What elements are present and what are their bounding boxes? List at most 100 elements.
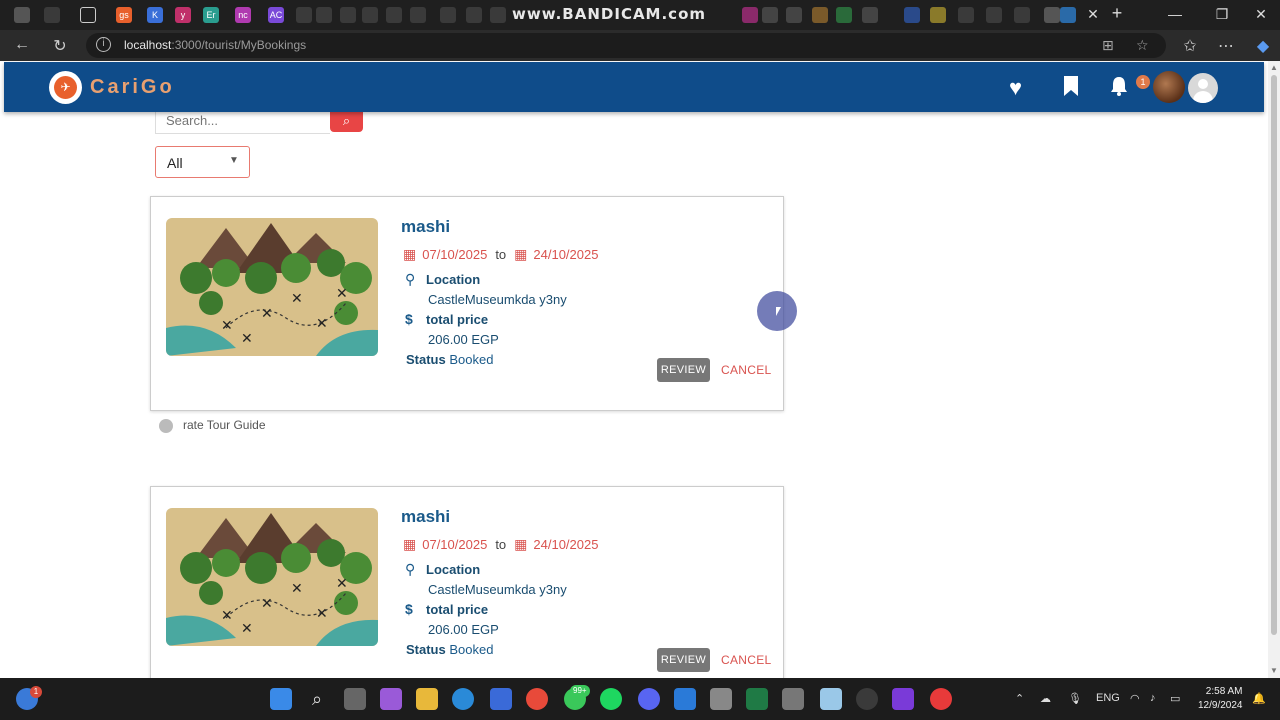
excel-icon[interactable] — [746, 688, 768, 710]
tab-favicon[interactable] — [362, 7, 378, 23]
cursor-highlight — [757, 291, 797, 331]
tab-favicon[interactable]: K — [147, 7, 163, 23]
split-screen-icon[interactable]: ⊞ — [1102, 37, 1114, 54]
copilot-icon[interactable]: ◆ — [1253, 36, 1273, 56]
tab-favicon[interactable] — [340, 7, 356, 23]
show-hidden-icons[interactable]: ⌃ — [1015, 692, 1024, 705]
tab-favicon[interactable] — [1014, 7, 1030, 23]
clock-time: 2:58 AM — [1205, 686, 1243, 697]
favorites-icon[interactable]: ✩ — [1180, 36, 1200, 56]
tab-favicon[interactable] — [762, 7, 778, 23]
copilot-icon[interactable] — [380, 688, 402, 710]
mongodb-icon[interactable] — [856, 688, 878, 710]
site-info-icon[interactable]: i — [96, 37, 111, 52]
close-tab-icon[interactable]: ✕ — [1083, 6, 1103, 23]
scroll-up-icon[interactable]: ▲ — [1270, 63, 1278, 72]
minimize-icon[interactable]: — — [1165, 6, 1185, 22]
cancel-button[interactable]: CANCEL — [721, 363, 771, 377]
tab-favicon[interactable]: AC — [268, 7, 284, 23]
discord-icon[interactable] — [638, 688, 660, 710]
notepad-icon[interactable] — [710, 688, 732, 710]
spotify-icon[interactable] — [600, 688, 622, 710]
image-viewer-icon[interactable] — [820, 688, 842, 710]
close-window-icon[interactable]: ✕ — [1251, 6, 1271, 23]
tab-favicon[interactable] — [812, 7, 828, 23]
media-icon[interactable] — [892, 688, 914, 710]
more-menu-icon[interactable]: ⋯ — [1216, 36, 1236, 56]
tab-favicon[interactable]: gs — [116, 7, 132, 23]
wifi-icon[interactable]: ◠ — [1130, 692, 1140, 705]
search-input[interactable] — [156, 113, 316, 128]
avatar[interactable] — [1153, 71, 1185, 103]
svg-text:✕: ✕ — [221, 608, 233, 624]
scroll-down-icon[interactable]: ▼ — [1270, 666, 1278, 675]
calendar-icon: ▦ — [403, 536, 417, 552]
review-button[interactable]: REVIEW — [657, 358, 710, 382]
tab-favicon[interactable] — [958, 7, 974, 23]
tab-favicon[interactable]: Er — [203, 7, 219, 23]
workspaces-icon[interactable] — [44, 7, 60, 23]
tab-favicon[interactable] — [904, 7, 920, 23]
tab-favicon[interactable] — [836, 7, 852, 23]
tab-favicon[interactable] — [410, 7, 426, 23]
tab-actions-icon[interactable] — [80, 7, 96, 23]
vscode-icon[interactable] — [674, 688, 696, 710]
tab-favicon[interactable] — [930, 7, 946, 23]
microphone-icon[interactable]: 🎙 — [1068, 692, 1082, 705]
tab-favicon[interactable] — [316, 7, 332, 23]
language-indicator[interactable]: ENG — [1096, 692, 1120, 704]
battery-icon[interactable]: ▭ — [1170, 692, 1180, 705]
new-tab-icon[interactable]: + — [1107, 3, 1127, 24]
chrome-icon[interactable] — [526, 688, 548, 710]
record-icon[interactable] — [930, 688, 952, 710]
rate-tour-guide-label: rate Tour Guide — [183, 418, 266, 432]
scrollbar-thumb[interactable] — [1271, 75, 1277, 635]
brand-name[interactable]: CariGo — [90, 76, 175, 99]
tab-favicon[interactable] — [386, 7, 402, 23]
search-icon[interactable]: ⌕ — [306, 688, 328, 710]
tour-image: ✕ ✕ ✕ ✕ ✕ ✕ — [166, 508, 378, 646]
status-value: Booked — [449, 642, 494, 657]
start-icon[interactable] — [270, 688, 292, 710]
tab-favicon[interactable]: nc — [235, 7, 251, 23]
react-tab-favicon[interactable] — [1060, 7, 1076, 23]
settings-icon[interactable] — [782, 688, 804, 710]
task-view-icon[interactable] — [344, 688, 366, 710]
review-button[interactable]: REVIEW — [657, 648, 710, 672]
file-explorer-icon[interactable] — [416, 688, 438, 710]
tab-favicon[interactable] — [986, 7, 1002, 23]
clock[interactable]: 2:58 AM 12/9/2024 — [1198, 685, 1243, 713]
active-tab-favicon[interactable] — [1044, 7, 1060, 23]
tab-favicon[interactable] — [862, 7, 878, 23]
tab-favicon[interactable] — [786, 7, 802, 23]
notifications-icon[interactable]: 🔔 — [1252, 692, 1266, 705]
heart-icon[interactable]: ♥ — [1009, 75, 1022, 101]
favorite-star-icon[interactable]: ☆ — [1136, 37, 1149, 54]
user-avatar-icon[interactable] — [1188, 73, 1218, 103]
svg-text:✕: ✕ — [316, 606, 328, 622]
rate-tour-guide[interactable]: rate Tour Guide — [159, 418, 266, 433]
mail-icon[interactable] — [490, 688, 512, 710]
search-button[interactable]: ⌕ — [330, 112, 363, 132]
tab-favicon[interactable] — [742, 7, 758, 23]
status-filter-select[interactable]: All ▼ — [155, 146, 250, 178]
edge-icon[interactable] — [452, 688, 474, 710]
address-bar[interactable]: i localhost:3000/tourist/MyBookings ⊞ ☆ — [86, 33, 1166, 58]
volume-icon[interactable]: ♪ — [1150, 692, 1156, 704]
bell-icon[interactable] — [1108, 75, 1130, 103]
tab-favicon[interactable] — [440, 7, 456, 23]
back-icon[interactable]: ← — [12, 36, 32, 54]
cloud-icon[interactable]: ☁ — [1040, 692, 1051, 705]
logo-icon[interactable]: ✈ — [49, 71, 82, 104]
profile-icon[interactable] — [14, 7, 30, 23]
refresh-icon[interactable]: ↻ — [50, 36, 70, 56]
page-scrollbar[interactable]: ▲ ▼ — [1268, 61, 1280, 678]
tab-favicon[interactable] — [296, 7, 312, 23]
maximize-icon[interactable]: ❐ — [1212, 6, 1232, 23]
tab-favicon[interactable] — [490, 7, 506, 23]
bookmark-icon[interactable] — [1062, 75, 1080, 103]
tab-favicon[interactable] — [466, 7, 482, 23]
browser-toolbar: ← ↻ i localhost:3000/tourist/MyBookings … — [0, 30, 1280, 61]
tab-favicon[interactable]: y — [175, 7, 191, 23]
cancel-button[interactable]: CANCEL — [721, 653, 771, 667]
